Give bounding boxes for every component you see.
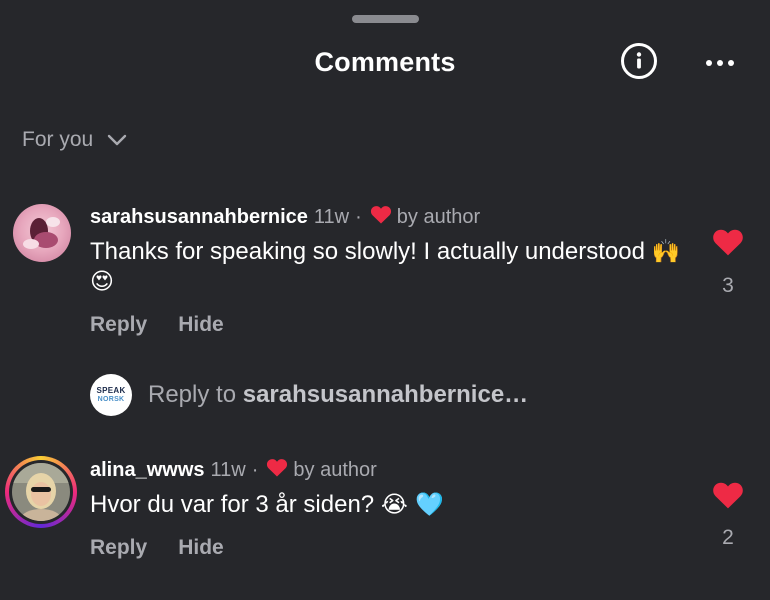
reply-button[interactable]: Reply xyxy=(90,313,147,337)
logo-text-top: SPEAK xyxy=(96,386,126,395)
more-options-button[interactable] xyxy=(703,54,737,72)
avatar[interactable] xyxy=(13,204,71,262)
sheet-grabber[interactable] xyxy=(352,15,419,23)
by-author-label: by author xyxy=(396,206,481,228)
comment-username[interactable]: sarahsusannahbernice xyxy=(90,206,308,229)
comment-text: Hvor du var for 3 år siden? 😭 🩵 xyxy=(90,490,690,520)
comment-meta: alina_wwws 11w · by author xyxy=(90,458,377,483)
comment-text: Thanks for speaking so slowly! I actuall… xyxy=(90,237,690,297)
comment-text-content: Hvor du var for 3 år siden? xyxy=(90,491,375,518)
author-heart-icon xyxy=(370,205,392,230)
comment-age: 11w xyxy=(210,459,246,481)
hide-button[interactable]: Hide xyxy=(178,536,224,560)
like-button[interactable] xyxy=(712,481,744,509)
heart-icon xyxy=(713,482,743,509)
comment-meta: sarahsusannahbernice 11w · by author xyxy=(90,205,480,230)
comment-actions: Reply Hide xyxy=(90,313,255,337)
like-button[interactable] xyxy=(712,228,744,256)
comment-emojis: 😭 🩵 xyxy=(380,492,444,518)
reply-input-row[interactable]: SPEAK NORSK Reply to sarahsusannahbernic… xyxy=(90,374,528,416)
more-icon xyxy=(706,60,734,66)
sort-filter-dropdown[interactable]: For you xyxy=(22,128,127,152)
reply-prefix: Reply to xyxy=(148,381,237,408)
logo-text-bottom: NORSK xyxy=(97,396,125,403)
comment-text-content: Thanks for speaking so slowly! I actuall… xyxy=(90,238,645,265)
filter-label: For you xyxy=(22,128,94,151)
hide-button[interactable]: Hide xyxy=(178,313,224,337)
info-button[interactable] xyxy=(621,43,657,79)
avatar-story-ring[interactable] xyxy=(5,456,77,528)
reply-input-placeholder[interactable]: Reply to sarahsusannahbernice… xyxy=(148,381,528,409)
author-heart-icon xyxy=(266,458,288,483)
like-count: 2 xyxy=(722,526,734,549)
like-count: 3 xyxy=(722,274,734,297)
comments-sheet: Comments For you sarahsusannahbernice 11… xyxy=(0,0,770,600)
comment-username[interactable]: alina_wwws xyxy=(90,459,205,482)
meta-separator: · xyxy=(355,206,362,228)
avatar xyxy=(12,463,70,521)
reply-button[interactable]: Reply xyxy=(90,536,147,560)
heart-icon xyxy=(713,229,743,256)
reply-target-username: sarahsusannahbernice… xyxy=(242,381,529,408)
chevron-down-icon xyxy=(108,134,127,146)
meta-separator: · xyxy=(251,459,259,481)
account-avatar: SPEAK NORSK xyxy=(90,374,132,416)
comment-actions: Reply Hide xyxy=(90,536,255,560)
info-icon xyxy=(636,52,642,69)
comment-age: 11w xyxy=(313,206,350,228)
by-author-label: by author xyxy=(293,459,377,481)
